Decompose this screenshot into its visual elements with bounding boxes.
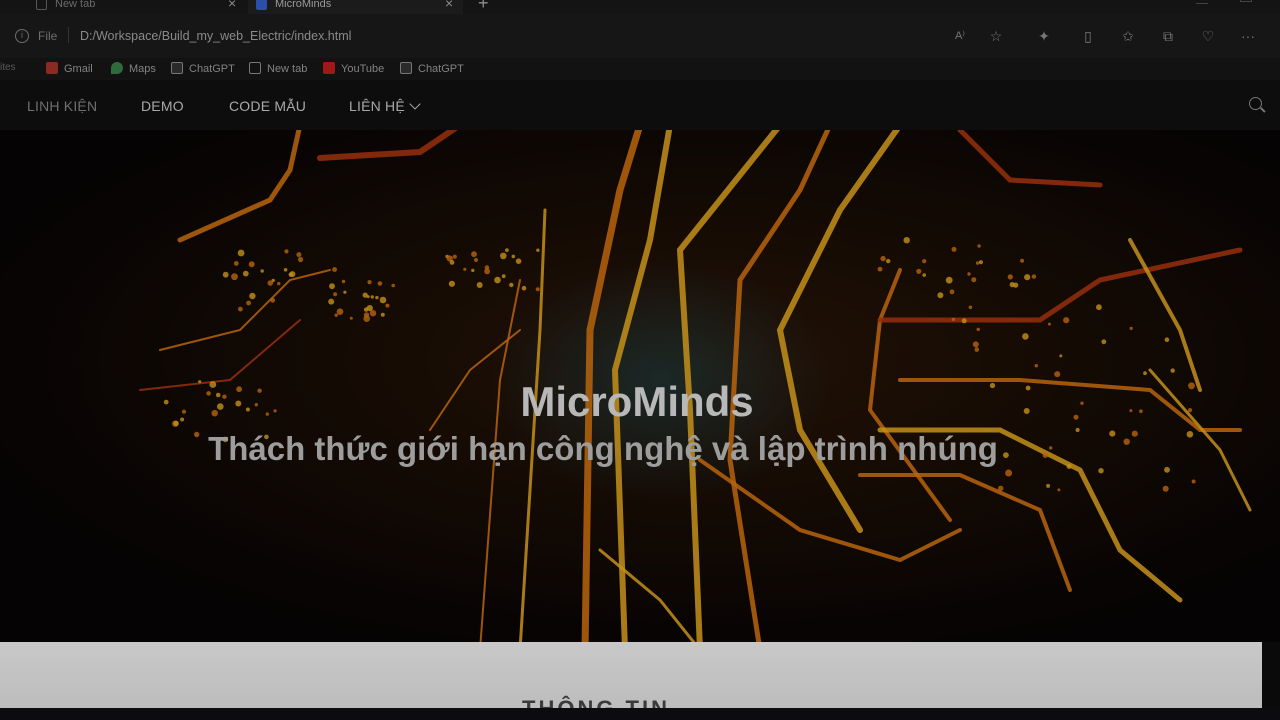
chatgpt-icon — [171, 62, 183, 74]
favorites-icon[interactable]: ✩ — [1120, 28, 1136, 44]
bookmark-label: YouTube — [341, 63, 385, 75]
extensions-icon[interactable]: ✦ — [1036, 28, 1052, 44]
bookmark-chatgpt[interactable]: ChatGPT — [400, 61, 464, 77]
tab-title: New tab — [55, 0, 96, 10]
tab-new-tab[interactable]: New tab — [36, 0, 236, 14]
bookmark-chatgpt[interactable]: ChatGPT — [171, 61, 235, 77]
gmail-icon — [46, 62, 58, 74]
site-info-icon[interactable]: i — [15, 29, 29, 43]
copilot-icon[interactable]: ♡ — [1200, 28, 1216, 44]
split-screen-icon[interactable]: ▯ — [1080, 28, 1096, 44]
nav-item-code-mau[interactable]: CODE MẪU — [229, 98, 306, 114]
bookmark-label: ChatGPT — [189, 63, 235, 75]
maximize-icon[interactable] — [1240, 0, 1252, 2]
new-tab-plus-icon[interactable]: + — [478, 0, 489, 14]
tab-strip: New tab × MicroMinds × + — [0, 0, 1280, 14]
bookmarks-bar: ites Gmail Maps ChatGPT New tab YouTube … — [0, 58, 1280, 80]
minimize-icon[interactable] — [1196, 0, 1208, 4]
bookmark-label: Gmail — [64, 63, 93, 75]
youtube-icon — [323, 62, 335, 74]
address-bar: i File D:/Workspace/Build_my_web_Electri… — [0, 14, 1280, 58]
bookmark-youtube[interactable]: YouTube — [323, 61, 384, 77]
favorite-star-icon[interactable]: ☆ — [988, 28, 1004, 44]
search-icon[interactable] — [1249, 97, 1262, 110]
tab-microminds[interactable]: MicroMinds — [248, 0, 463, 14]
tab-title: MicroMinds — [275, 0, 332, 10]
site-nav: LINH KIỆN DEMO CODE MẪU LIÊN HỆ — [0, 80, 1280, 130]
maps-icon — [111, 62, 123, 74]
chevron-down-icon — [409, 98, 421, 110]
scheme-label: File — [38, 29, 58, 43]
bookmark-label: ChatGPT — [418, 63, 464, 75]
close-tab-icon[interactable]: × — [228, 0, 236, 11]
info-section: THÔNG TIN — [0, 642, 1262, 720]
bookmarks-label: ites — [0, 62, 16, 73]
hero-title: MicroMinds — [0, 378, 1280, 426]
hero-banner: MicroMinds Thách thức giới hạn công nghệ… — [0, 130, 1280, 642]
close-tab-icon[interactable]: × — [445, 0, 453, 11]
nav-item-demo[interactable]: DEMO — [141, 98, 184, 114]
collections-icon[interactable]: ⧉ — [1160, 28, 1176, 44]
taskbar — [0, 708, 1280, 720]
chatgpt-icon — [400, 62, 412, 74]
bookmark-gmail[interactable]: Gmail — [46, 61, 93, 77]
bookmark-new-tab[interactable]: New tab — [249, 61, 307, 77]
hero-text: MicroMinds Thách thức giới hạn công nghệ… — [0, 130, 1280, 642]
nav-item-linh-kien[interactable]: LINH KIỆN — [27, 98, 97, 114]
nav-item-label: LIÊN HỆ — [349, 98, 405, 114]
more-options-icon[interactable]: ··· — [1240, 28, 1256, 44]
newtab-icon — [249, 62, 261, 74]
bookmark-label: Maps — [129, 63, 156, 75]
hero-title-text: MicroMinds — [520, 378, 754, 425]
hero-subtitle: Thách thức giới hạn công nghệ và lập trì… — [208, 430, 998, 467]
read-aloud-icon[interactable]: A⁾ — [952, 28, 968, 44]
bookmark-maps[interactable]: Maps — [111, 61, 156, 77]
newtab-favicon-icon — [36, 0, 47, 10]
divider — [68, 27, 69, 43]
nav-item-lien-he[interactable]: LIÊN HỆ — [349, 98, 421, 114]
url-field[interactable]: D:/Workspace/Build_my_web_Electric/index… — [80, 29, 351, 43]
site-favicon-icon — [256, 0, 267, 10]
bookmark-label: New tab — [267, 63, 308, 75]
